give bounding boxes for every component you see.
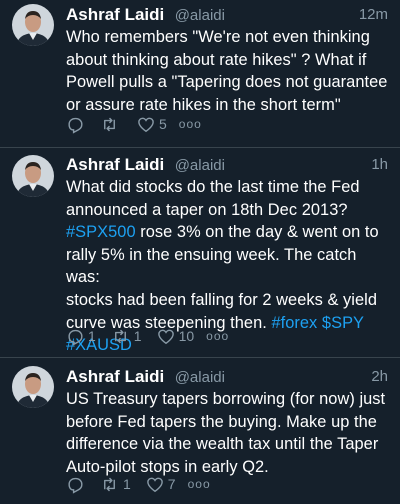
- retweet-count: 1: [123, 476, 131, 492]
- author-name[interactable]: Ashraf Laidi: [66, 155, 164, 174]
- retweet-button[interactable]: [99, 115, 120, 134]
- retweet-button[interactable]: 1: [110, 327, 142, 346]
- timestamp[interactable]: 12m: [359, 6, 388, 23]
- more-button[interactable]: ooo: [179, 117, 202, 131]
- tweet-2[interactable]: Ashraf Laidi @alaidi 1h What did stocks …: [0, 148, 400, 358]
- hashtag-link[interactable]: #forex: [271, 314, 317, 332]
- author-name[interactable]: Ashraf Laidi: [66, 5, 164, 24]
- more-icon: ooo: [206, 329, 230, 343]
- tweet-1[interactable]: Ashraf Laidi @alaidi 12m Who remembers "…: [0, 0, 400, 148]
- like-button[interactable]: 10: [156, 327, 195, 346]
- like-icon: [157, 329, 174, 344]
- avatar[interactable]: [12, 366, 54, 408]
- like-icon: [138, 117, 154, 132]
- like-count: 5: [159, 116, 167, 132]
- timestamp[interactable]: 1h: [371, 156, 388, 173]
- tweet-text-line: rose 3% on the day & went on to: [135, 223, 379, 242]
- author-handle[interactable]: @alaidi: [175, 157, 225, 174]
- author-name[interactable]: Ashraf Laidi: [66, 367, 164, 386]
- more-icon: ooo: [187, 477, 211, 491]
- tweet-text-line: What did stocks do the last time the Fed: [66, 178, 360, 196]
- tweet-text-line: before Fed tapers the buying. Make up th…: [66, 412, 377, 431]
- more-button[interactable]: ooo: [206, 329, 229, 343]
- timestamp[interactable]: 2h: [371, 368, 388, 385]
- like-button[interactable]: 7: [145, 475, 176, 494]
- reply-icon: [68, 477, 83, 494]
- cashtag-link[interactable]: $SPY: [322, 314, 364, 332]
- reply-button[interactable]: [66, 115, 85, 134]
- tweet-text-line: announced a taper on 18th Dec 2013?: [66, 200, 348, 219]
- like-button[interactable]: 5: [136, 115, 167, 134]
- author-handle[interactable]: @alaidi: [175, 7, 225, 24]
- avatar[interactable]: [12, 155, 54, 197]
- tweet-text-line: rally 5% in the ensuing week. The catch …: [66, 245, 357, 287]
- tweet-text: Who remembers "We're not even thinking a…: [66, 26, 388, 116]
- avatar-photo-icon: [12, 4, 54, 46]
- avatar-photo-icon: [12, 366, 54, 408]
- tweet-text: US Treasury tapers borrowing (for now) j…: [66, 388, 388, 478]
- action-bar: 5 ooo: [66, 112, 212, 136]
- retweet-count: 1: [133, 328, 142, 344]
- like-count: 7: [167, 476, 176, 492]
- like-icon: [146, 477, 163, 492]
- retweet-icon: [104, 117, 115, 131]
- tweet-text-line: difference via the wealth tax until the …: [66, 435, 379, 454]
- reply-icon: [68, 329, 83, 346]
- tweet-text-line: stocks had been falling for 2 weeks & yi…: [66, 290, 378, 309]
- retweet-icon: [104, 477, 115, 491]
- action-bar: 1 7 ooo: [66, 472, 221, 496]
- retweet-button[interactable]: 1: [99, 475, 131, 494]
- action-bar: 1 1 10 ooo: [66, 324, 239, 348]
- tweet-text-line: Who remembers "We're not even thinking: [66, 28, 370, 46]
- reply-icon: [68, 117, 83, 134]
- hashtag-link[interactable]: #SPX500: [66, 223, 136, 241]
- tweet-text-line: US Treasury tapers borrowing (for now) j…: [66, 390, 386, 408]
- avatar-photo-icon: [12, 155, 54, 197]
- like-count: 10: [178, 328, 195, 344]
- tweet-3[interactable]: Ashraf Laidi @alaidi 2h US Treasury tape…: [0, 358, 400, 504]
- reply-count: 1: [88, 328, 96, 344]
- reply-button[interactable]: 1: [66, 327, 96, 346]
- more-button[interactable]: ooo: [188, 477, 211, 491]
- retweet-icon: [114, 329, 126, 343]
- reply-button[interactable]: [66, 475, 85, 494]
- author-handle[interactable]: @alaidi: [175, 369, 225, 386]
- more-icon: ooo: [178, 117, 202, 131]
- tweet-text-line: Powell pulls a "Tapering does not guaran…: [66, 73, 388, 92]
- avatar[interactable]: [12, 4, 54, 46]
- tweet-text-line: about thinking about rate hikes" ? What …: [66, 50, 367, 69]
